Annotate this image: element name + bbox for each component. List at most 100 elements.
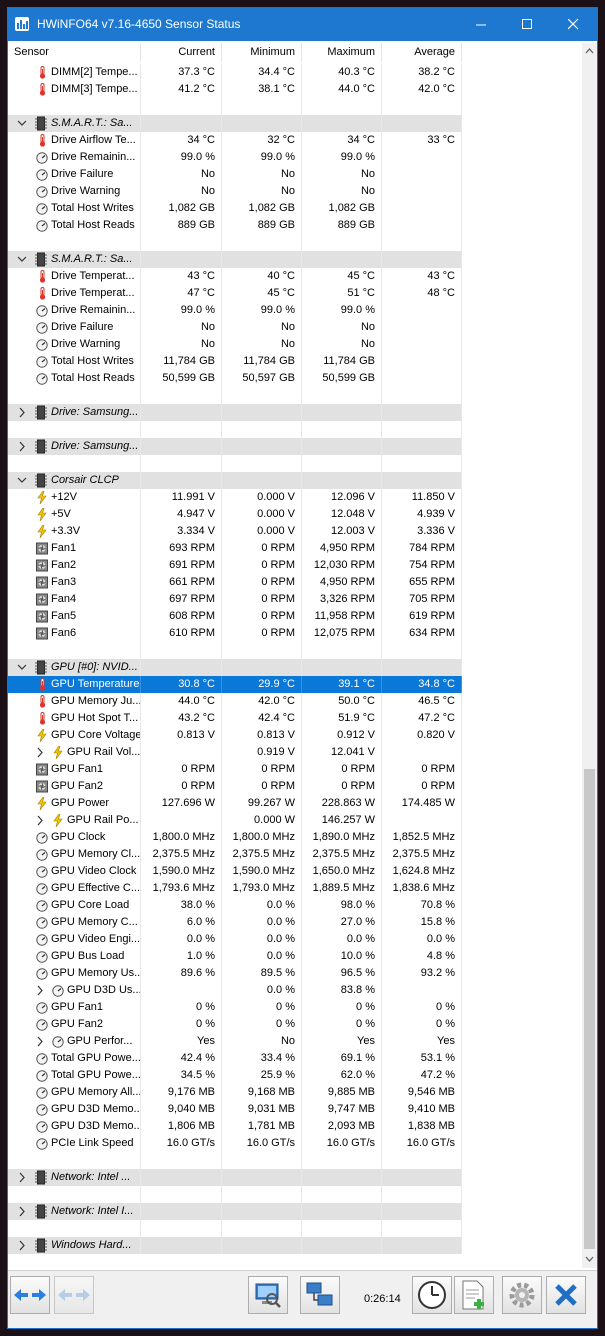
sensor-row[interactable]: Fan4 697 RPM 0 RPM 3,326 RPM 705 RPM [8, 591, 582, 608]
sensor-row[interactable]: GPU Bus Load 1.0 % 0.0 % 10.0 % 4.8 % [8, 948, 582, 965]
nav-arrows-button[interactable] [10, 1276, 50, 1314]
minimize-button[interactable] [459, 8, 505, 41]
sensor-row[interactable]: Drive Airflow Te... 34 °C 32 °C 34 °C 33 °C [8, 132, 582, 149]
chevron-right-icon[interactable] [35, 982, 45, 999]
sensor-row[interactable]: Fan2 691 RPM 0 RPM 12,030 RPM 754 RPM [8, 557, 582, 574]
sensor-row[interactable]: GPU Memory Cl... 2,375.5 MHz 2,375.5 MHz 2,… [8, 846, 582, 863]
chevron-down-icon[interactable] [17, 115, 27, 132]
sensor-row[interactable]: Total Host Writes 11,784 GB 11,784 GB 11,78… [8, 353, 582, 370]
close-window-button[interactable] [551, 8, 597, 41]
sensor-row[interactable]: Fan5 608 RPM 0 RPM 11,958 RPM 619 RPM [8, 608, 582, 625]
sensor-row[interactable]: Drive Failure No No No [8, 319, 582, 336]
sensor-row[interactable]: PCIe Link Speed 16.0 GT/s 16.0 GT/s 16.0 GT… [8, 1135, 582, 1152]
sensor-row[interactable]: GPU Video Engi... 0.0 % 0.0 % 0.0 % 0.0 % [8, 931, 582, 948]
sensor-row[interactable]: Total GPU Powe... 34.5 % 25.9 % 62.0 % 47.2 … [8, 1067, 582, 1084]
sensor-row[interactable]: Total Host Writes 1,082 GB 1,082 GB 1,082 G… [8, 200, 582, 217]
sensor-row[interactable]: DIMM[3] Tempe... 41.2 °C 38.1 °C 44.0 °C 42.… [8, 81, 582, 98]
sensor-row[interactable]: GPU D3D Memo... 9,040 MB 9,031 MB 9,747 MB 9… [8, 1101, 582, 1118]
sensor-row[interactable]: Drive Remainin... 99.0 % 99.0 % 99.0 % [8, 302, 582, 319]
sensor-row[interactable]: GPU Fan1 0 RPM 0 RPM 0 RPM 0 RPM [8, 761, 582, 778]
chevron-right-icon[interactable] [17, 1237, 27, 1254]
sensor-row[interactable]: Fan1 693 RPM 0 RPM 4,950 RPM 784 RPM [8, 540, 582, 557]
chevron-right-icon[interactable] [35, 1033, 45, 1050]
minimum-value: 889 GB [222, 217, 302, 234]
settings-button[interactable] [502, 1276, 542, 1314]
sensor-row[interactable]: GPU Fan2 0 RPM 0 RPM 0 RPM 0 RPM [8, 778, 582, 795]
sensor-group-row[interactable]: S.M.A.R.T.: Sa... [8, 115, 582, 132]
maximize-button[interactable] [505, 8, 551, 41]
sensor-row[interactable]: +12V 11.991 V 0.000 V 12.096 V 11.850 V [8, 489, 582, 506]
column-header-minimum[interactable]: Minimum [222, 43, 302, 62]
sensor-row[interactable]: GPU Temperature 30.8 °C 29.9 °C 39.1 °C 34.8… [8, 676, 582, 693]
sensor-row[interactable]: Total GPU Powe... 42.4 % 33.4 % 69.1 % 53.1 … [8, 1050, 582, 1067]
sensor-row[interactable]: GPU D3D Us... 0.0 % 83.8 % [8, 982, 582, 999]
sensor-row[interactable]: GPU Memory All... 9,176 MB 9,168 MB 9,885 M… [8, 1084, 582, 1101]
sensor-row[interactable]: Total Host Reads 50,599 GB 50,597 GB 50,599… [8, 370, 582, 387]
sensor-group-row[interactable]: Drive: Samsung... [8, 438, 582, 455]
sensor-row[interactable]: GPU Memory Us... 89.6 % 89.5 % 96.5 % 93.2 % [8, 965, 582, 982]
column-header-current[interactable]: Current [141, 43, 222, 62]
clock-button[interactable] [412, 1276, 452, 1314]
nav-arrows-disabled-button[interactable] [54, 1276, 94, 1314]
sensor-row[interactable]: GPU Memory C... 6.0 % 0.0 % 27.0 % 15.8 % [8, 914, 582, 931]
sensor-row[interactable]: Drive Remainin... 99.0 % 99.0 % 99.0 % [8, 149, 582, 166]
sensor-row[interactable]: DIMM[2] Tempe... 37.3 °C 34.4 °C 40.3 °C 38.… [8, 64, 582, 81]
sensor-name: GPU Core Voltage [51, 729, 141, 741]
sensor-row[interactable]: GPU D3D Memo... 1,806 MB 1,781 MB 2,093 MB 1… [8, 1118, 582, 1135]
sensor-row[interactable]: GPU Power 127.696 W 99.267 W 228.863 W 174.4… [8, 795, 582, 812]
sensor-row[interactable]: GPU Rail Vol... 0.919 V 12.041 V [8, 744, 582, 761]
sensor-row[interactable]: GPU Perfor... Yes No Yes Yes [8, 1033, 582, 1050]
chevron-down-icon[interactable] [17, 659, 27, 676]
minimum-value: 0.000 W [222, 812, 302, 829]
close-button[interactable] [546, 1276, 586, 1314]
sensor-group-row[interactable]: Windows Hard... [8, 1237, 582, 1254]
add-log-button[interactable] [454, 1276, 494, 1314]
chevron-right-icon[interactable] [17, 1203, 27, 1220]
chevron-right-icon[interactable] [17, 404, 27, 421]
sensor-row[interactable]: Drive Warning No No No [8, 336, 582, 353]
sensor-row[interactable]: Total Host Reads 889 GB 889 GB 889 GB [8, 217, 582, 234]
sensor-row[interactable]: GPU Rail Po... 0.000 W 146.257 W [8, 812, 582, 829]
current-value: 43.2 °C [141, 710, 222, 727]
sensor-group-row[interactable]: Network: Intel ... [8, 1169, 582, 1186]
sensor-row[interactable]: GPU Clock 1,800.0 MHz 1,800.0 MHz 1,890.0 M… [8, 829, 582, 846]
sensor-row[interactable]: Fan6 610 RPM 0 RPM 12,075 RPM 634 RPM [8, 625, 582, 642]
column-header-sensor[interactable]: Sensor [8, 43, 141, 62]
sensor-name: +5V [51, 508, 71, 520]
sensor-row[interactable]: GPU Memory Ju... 44.0 °C 42.0 °C 50.0 °C 46.… [8, 693, 582, 710]
chevron-down-icon[interactable] [17, 251, 27, 268]
scrollbar-thumb[interactable] [584, 769, 595, 1249]
scroll-down-icon[interactable] [585, 1254, 594, 1263]
sensor-row[interactable]: GPU Hot Spot T... 43.2 °C 42.4 °C 51.9 °C 47… [8, 710, 582, 727]
sensor-row[interactable]: Drive Temperat... 43 °C 40 °C 45 °C 43 °C [8, 268, 582, 285]
chevron-right-icon[interactable] [17, 438, 27, 455]
sensor-row[interactable]: +5V 4.947 V 0.000 V 12.048 V 4.939 V [8, 506, 582, 523]
sensor-row[interactable]: Drive Warning No No No [8, 183, 582, 200]
chevron-right-icon[interactable] [17, 1169, 27, 1186]
column-header-average[interactable]: Average [382, 43, 462, 62]
sensor-row[interactable]: GPU Fan2 0 % 0 % 0 % 0 % [8, 1016, 582, 1033]
title-bar[interactable]: HWiNFO64 v7.16-4650 Sensor Status [8, 8, 597, 41]
chevron-right-icon[interactable] [35, 744, 45, 761]
sensor-group-row[interactable]: S.M.A.R.T.: Sa... [8, 251, 582, 268]
sensor-group-row[interactable]: Corsair CLCP [8, 472, 582, 489]
chevron-right-icon[interactable] [35, 812, 45, 829]
column-header-maximum[interactable]: Maximum [302, 43, 382, 62]
sensor-row[interactable]: GPU Core Voltage 0.813 V 0.813 V 0.912 V 0.8… [8, 727, 582, 744]
scroll-up-icon[interactable] [585, 47, 594, 56]
sensor-row[interactable]: GPU Fan1 0 % 0 % 0 % 0 % [8, 999, 582, 1016]
sensor-row[interactable]: GPU Effective C... 1,793.6 MHz 1,793.0 MHz… [8, 880, 582, 897]
chevron-down-icon[interactable] [17, 472, 27, 489]
sensor-group-row[interactable]: Network: Intel I... [8, 1203, 582, 1220]
sensor-row[interactable]: +3.3V 3.334 V 0.000 V 12.003 V 3.336 V [8, 523, 582, 540]
sensor-row[interactable]: GPU Core Load 38.0 % 0.0 % 98.0 % 70.8 % [8, 897, 582, 914]
sensor-group-row[interactable]: Drive: Samsung... [8, 404, 582, 421]
sensor-row[interactable]: GPU Video Clock 1,590.0 MHz 1,590.0 MHz 1,6… [8, 863, 582, 880]
sensor-row[interactable]: Fan3 661 RPM 0 RPM 4,950 RPM 655 RPM [8, 574, 582, 591]
sensor-row[interactable]: Drive Failure No No No [8, 166, 582, 183]
network-button[interactable] [300, 1276, 340, 1314]
sensor-group-row[interactable]: GPU [#0]: NVID... [8, 659, 582, 676]
report-button[interactable] [248, 1276, 288, 1314]
vertical-scrollbar[interactable] [582, 43, 597, 1268]
sensor-row[interactable]: Drive Temperat... 47 °C 45 °C 51 °C 48 °C [8, 285, 582, 302]
